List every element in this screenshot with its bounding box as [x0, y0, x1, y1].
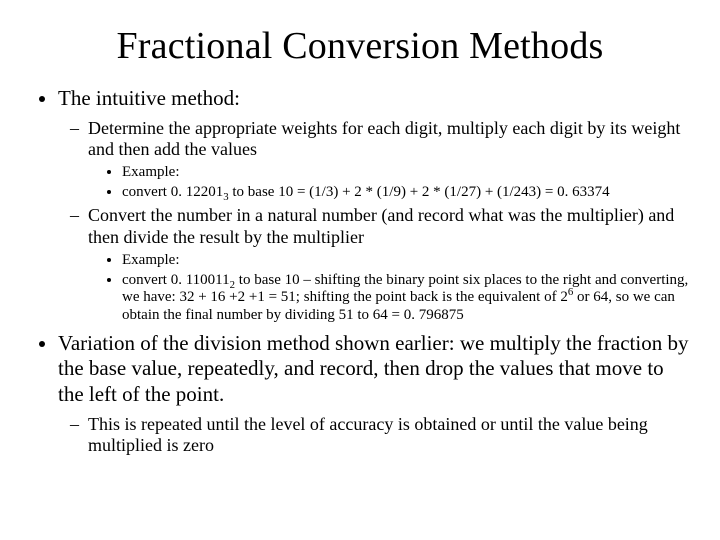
- ex-post: to base 10 = (1/3) + 2 * (1/9) + 2 * (1/…: [229, 184, 610, 200]
- sub-natural-number: Convert the number in a natural number (…: [88, 205, 690, 324]
- page-title: Fractional Conversion Methods: [30, 24, 690, 68]
- sublist: This is repeated until the level of accu…: [62, 414, 690, 456]
- sub-weights: Determine the appropriate weights for ea…: [88, 118, 690, 202]
- example-convert-base2: convert 0. 1100112 to base 10 – shifting…: [122, 272, 690, 325]
- sub-text: Determine the appropriate weights for ea…: [88, 118, 680, 159]
- example-label: Example:: [122, 252, 690, 270]
- ex-pre: convert 0. 110011: [122, 272, 230, 288]
- example-list: Example: convert 0. 1100112 to base 10 –…: [94, 252, 690, 325]
- sub-repeat-accuracy: This is repeated until the level of accu…: [88, 414, 690, 456]
- bullet-list: The intuitive method: Determine the appr…: [36, 86, 690, 456]
- slide: Fractional Conversion Methods The intuit…: [0, 0, 720, 540]
- ex-pre: convert 0. 12201: [122, 184, 223, 200]
- example-convert-base3: convert 0. 122013 to base 10 = (1/3) + 2…: [122, 184, 690, 202]
- example-label: Example:: [122, 164, 690, 182]
- sub-text: This is repeated until the level of accu…: [88, 414, 648, 455]
- bullet-intuitive-method: The intuitive method: Determine the appr…: [58, 86, 690, 325]
- bullet-text: The intuitive method:: [58, 86, 240, 110]
- sublist: Determine the appropriate weights for ea…: [62, 118, 690, 325]
- bullet-text: Variation of the division method shown e…: [58, 331, 688, 406]
- example-list: Example: convert 0. 122013 to base 10 = …: [94, 164, 690, 201]
- sub-text: Convert the number in a natural number (…: [88, 205, 674, 246]
- bullet-variation-division: Variation of the division method shown e…: [58, 331, 690, 456]
